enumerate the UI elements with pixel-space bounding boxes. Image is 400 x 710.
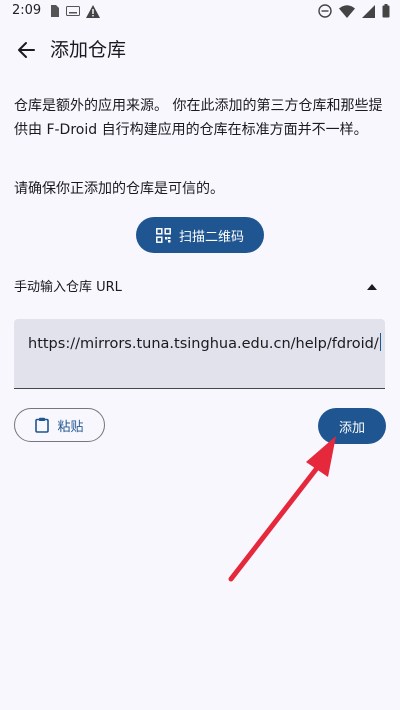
add-button[interactable]: 添加 — [318, 408, 386, 444]
clipboard-icon — [35, 417, 50, 433]
app-bar: 添加仓库 — [0, 28, 400, 72]
qr-code-icon — [156, 227, 171, 243]
repo-url-value: https://mirrors.tuna.tsinghua.edu.cn/hel… — [28, 333, 382, 352]
manual-entry-label[interactable]: 手动输入仓库 URL — [14, 278, 122, 298]
status-time: 2:09 — [12, 3, 42, 18]
caret-up-icon[interactable] — [367, 284, 377, 290]
warning-icon — [86, 4, 100, 18]
paste-button[interactable]: 粘贴 — [14, 408, 105, 442]
battery-icon — [382, 4, 390, 18]
repo-description: 仓库是额外的应用来源。 你在此添加的第三方仓库和那些提供由 F-Droid 自行… — [14, 98, 383, 138]
paste-label: 粘贴 — [57, 419, 84, 435]
add-label: 添加 — [338, 420, 365, 436]
signal-icon — [362, 4, 375, 18]
status-bar: 2:09 — [0, 0, 400, 24]
dnd-icon — [318, 4, 332, 18]
page-title: 添加仓库 — [50, 39, 127, 61]
text-cursor — [379, 333, 382, 351]
scan-qr-button[interactable]: 扫描二维码 — [136, 217, 264, 253]
wifi-icon — [339, 4, 355, 18]
trust-warning: 请确保你正添加的仓库是可信的。 — [14, 181, 224, 197]
scan-qr-label: 扫描二维码 — [178, 229, 244, 245]
arrow-back-icon — [18, 42, 35, 58]
keyboard-icon — [66, 6, 80, 16]
repo-url-input[interactable]: https://mirrors.tuna.tsinghua.edu.cn/hel… — [14, 319, 385, 389]
sim-icon — [51, 5, 59, 17]
back-button[interactable] — [12, 36, 40, 64]
